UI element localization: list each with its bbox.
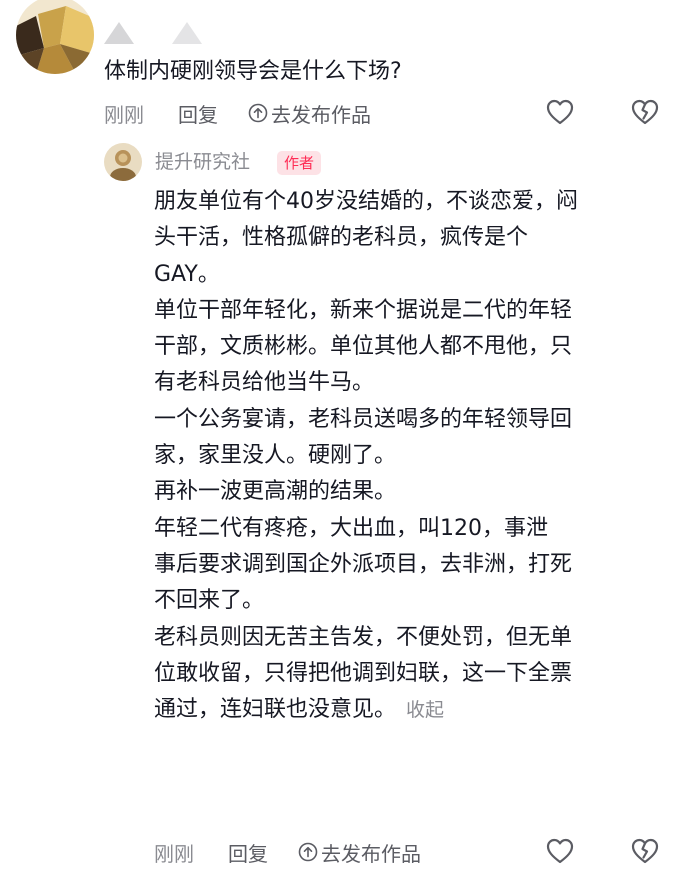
avatar-decoration (172, 22, 202, 44)
reply-text-line: 朋友单位有个40岁没结婚的，不谈恋爱，闷 (154, 189, 578, 214)
comment-time: 刚刚 (104, 102, 144, 127)
reply-text-line: 通过，连妇联也没意见。 (154, 697, 397, 723)
broken-heart-icon (631, 838, 659, 864)
heart-outline-icon (546, 838, 574, 864)
avatar-decoration (104, 22, 134, 44)
reply-time: 刚刚 (154, 841, 194, 866)
upload-arrow-icon (298, 842, 318, 862)
dislike-button[interactable] (630, 97, 660, 127)
reply-text-line: 干部，文质彬彬。单位其他人都不甩他，只 (154, 334, 573, 360)
comment-text: 体制内硬刚领导会是什么下场? (104, 59, 402, 84)
publish-work-label: 去发布作品 (321, 841, 421, 866)
reply-text-line: 家，家里没人。硬刚了。 (154, 443, 397, 469)
reply-button[interactable]: 回复 (228, 838, 268, 867)
reply-text-line: 位敢收留，只得把他调到妇联，这一下全票 (154, 660, 573, 686)
author-avatar[interactable] (104, 143, 142, 181)
upload-arrow-icon (248, 103, 268, 123)
reply-text-line: 一个公务宴请，老科员送喝多的年轻领导回 (154, 406, 573, 432)
reply-text-line: 老科员则因无苦主告发，不便处罚，但无单 (154, 624, 573, 650)
reply-text-line: 有老科员给他当牛马。 (154, 370, 375, 396)
reply-button[interactable]: 回复 (178, 99, 218, 128)
reply-text-line: GAY。 (154, 261, 220, 287)
reply-action-row: 刚刚 回复 去发布作品 (154, 837, 421, 867)
reply-text-line: 不回来了。 (154, 588, 265, 614)
reply-text-line: 事后要求调到国企外派项目，去非洲，打死 (154, 551, 573, 577)
author-badge: 作者 (277, 151, 322, 175)
reply-text-line: 头干活，性格孤僻的老科员，疯传是个 (154, 225, 529, 251)
reply-text-last-line: 通过，连妇联也没意见。 收起 (154, 692, 664, 728)
reply-text: 朋友单位有个40岁没结婚的，不谈恋爱，闷 头干活，性格孤僻的老科员，疯传是个 G… (154, 184, 664, 728)
dislike-button[interactable] (630, 836, 660, 866)
like-button[interactable] (545, 836, 575, 866)
like-button[interactable] (545, 97, 575, 127)
broken-heart-icon (631, 99, 659, 125)
publish-work-button[interactable]: 去发布作品 (248, 99, 371, 128)
commenter-avatar[interactable] (16, 0, 94, 74)
publish-work-button[interactable]: 去发布作品 (298, 838, 421, 867)
heart-outline-icon (546, 99, 574, 125)
collapse-button[interactable]: 收起 (406, 699, 444, 721)
publish-work-label: 去发布作品 (271, 102, 371, 127)
reply-text-line: 年轻二代有疼疮，大出血，叫120，事泄 (154, 515, 548, 541)
profile-avatar-image (104, 143, 142, 181)
cartoon-avatar-image (16, 0, 94, 74)
comment-action-row: 刚刚 回复 去发布作品 (104, 98, 371, 128)
author-name[interactable]: 提升研究社 (155, 148, 250, 176)
reply-text-line: 再补一波更高潮的结果。 (154, 479, 397, 505)
reply-text-line: 单位干部年轻化，新来个据说是二代的年轻 (154, 297, 573, 323)
